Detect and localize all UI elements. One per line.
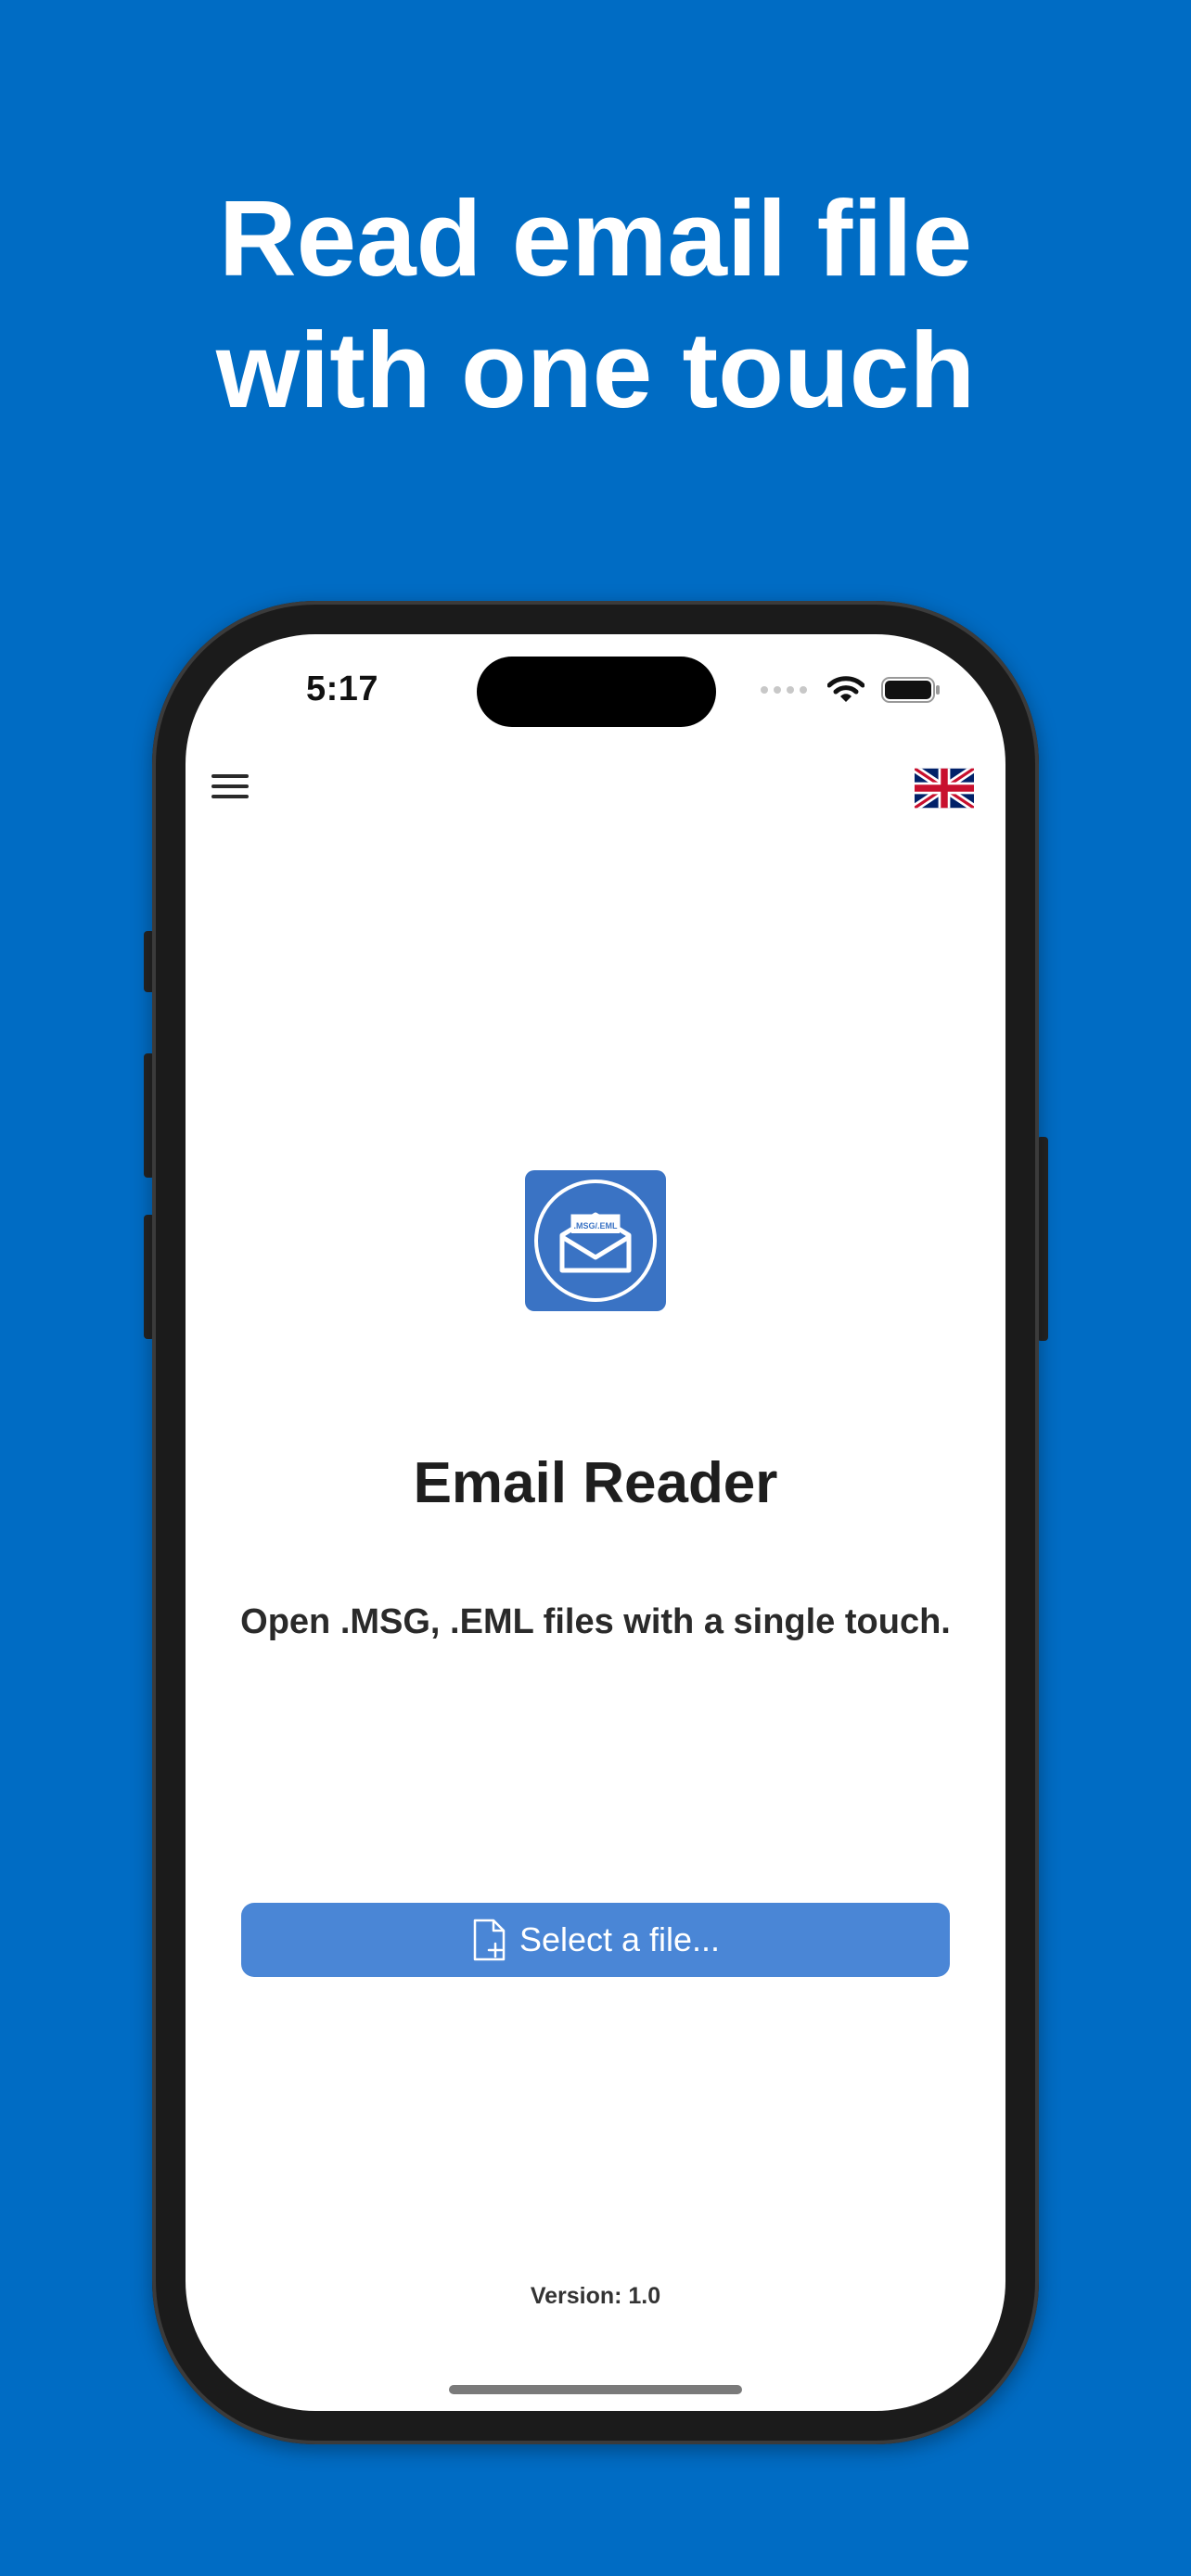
envelope-icon: .MSG/.EML .MSG/.EML bbox=[534, 1180, 657, 1302]
app-icon-label: .MSG/.EML bbox=[574, 1221, 619, 1231]
uk-flag-icon[interactable] bbox=[915, 768, 974, 809]
status-icons bbox=[761, 671, 941, 708]
app-tagline: Open .MSG, .EML files with a single touc… bbox=[240, 1602, 951, 1641]
select-file-button-label: Select a file... bbox=[519, 1920, 721, 1958]
app-title: Email Reader bbox=[413, 1451, 778, 1515]
headline-line-2: with one touch bbox=[215, 310, 976, 430]
app-logo: .MSG/.EML .MSG/.EML bbox=[525, 1170, 666, 1311]
dynamic-island bbox=[477, 657, 716, 727]
wifi-icon bbox=[827, 676, 864, 702]
version-label: Version: 1.0 bbox=[530, 2283, 661, 2309]
hamburger-menu-icon[interactable] bbox=[206, 766, 254, 807]
headline-line-1: Read email file bbox=[218, 178, 973, 299]
status-time: 5:17 bbox=[306, 670, 379, 708]
headline: Read email file with one touch bbox=[0, 172, 1191, 436]
home-indicator[interactable] bbox=[449, 2385, 742, 2394]
cellular-signal-icon bbox=[761, 686, 807, 694]
page: Read email file with one touch 5:17 .MSG… bbox=[0, 0, 1191, 2576]
file-plus-icon bbox=[473, 1919, 506, 1961]
phone-screen: 5:17 .MSG/.EML Email Reader Open .MSG, .… bbox=[186, 634, 1005, 2411]
select-file-button[interactable]: Select a file... bbox=[241, 1903, 950, 1977]
battery-icon bbox=[881, 677, 940, 703]
